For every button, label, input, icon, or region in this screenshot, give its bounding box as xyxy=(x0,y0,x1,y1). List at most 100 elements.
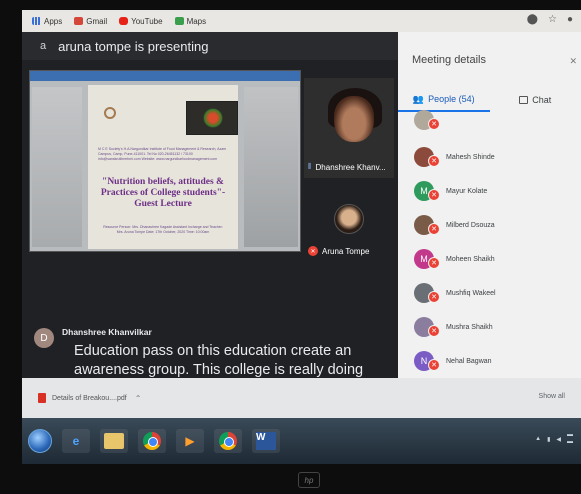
caption-avatar: D xyxy=(34,328,54,348)
start-button[interactable] xyxy=(28,429,52,453)
mic-off-icon: ✕ xyxy=(428,189,440,201)
bookmark-label: Maps xyxy=(186,16,207,26)
tray-arrow-icon[interactable]: ▲ xyxy=(535,436,541,442)
panel-tabs: 👥 People (54) Chat xyxy=(398,88,581,112)
bookmark-youtube[interactable]: YouTube xyxy=(119,16,163,26)
slide-institute-text: M C E Society's H.A.Nargundkar Institute… xyxy=(98,147,227,161)
bookmark-apps[interactable]: Apps xyxy=(32,17,62,26)
tab-chat-label: Chat xyxy=(532,95,552,105)
speaking-icon: ⦀ xyxy=(308,162,312,171)
participant-name: Mayur Kolate xyxy=(446,187,488,195)
list-item[interactable]: ✕ Mahesh Shinde xyxy=(398,140,581,174)
word-icon: W xyxy=(256,432,276,450)
meet-main-area: a aruna tompe is presenting M C E Societ… xyxy=(22,32,398,378)
file-explorer-button[interactable] xyxy=(100,429,128,453)
extension-icon[interactable]: ⬤ xyxy=(527,14,538,25)
caption-text: Education pass on this education create … xyxy=(74,343,364,378)
volume-icon[interactable]: ◀ xyxy=(556,436,561,443)
slide-footer: Resource Person: Mrs. Dhanashree Kagade … xyxy=(103,225,223,234)
show-all-link[interactable]: Show all xyxy=(539,393,565,400)
presenting-bar: a aruna tompe is presenting xyxy=(22,32,398,60)
mic-off-icon: ✕ xyxy=(428,325,440,337)
download-file-name[interactable]: Details of Breakou....pdf xyxy=(52,395,127,402)
presenting-text: aruna tompe is presenting xyxy=(58,38,209,54)
list-item[interactable]: ✕ Milberd Dsouza xyxy=(398,208,581,242)
star-icon[interactable]: ☆ xyxy=(548,14,557,25)
mic-off-icon: ✕ xyxy=(428,155,440,167)
chat-icon xyxy=(519,96,529,104)
pdf-icon xyxy=(38,393,46,403)
avatar xyxy=(334,204,364,234)
live-caption: D Dhanshree Khanvilkar Education pass on… xyxy=(34,327,394,380)
close-icon[interactable]: ✕ xyxy=(569,56,577,67)
video-face xyxy=(334,96,374,142)
participant-tile-dhanshree[interactable]: ⦀ Dhanshree Khanv... xyxy=(304,78,394,178)
slide-page: M C E Society's H.A.Nargundkar Institute… xyxy=(88,85,238,249)
list-item[interactable]: N ✕ Nehal Bagwan xyxy=(398,344,581,378)
tile-name: Dhanshree Khanv... xyxy=(315,162,386,172)
slide-thumbnail-pane xyxy=(32,87,82,247)
list-item[interactable]: ✕ Mushfiq Wakeel xyxy=(398,276,581,310)
tile-name-label: ✕ Aruna Tompe xyxy=(308,246,369,256)
participant-name: Nehal Bagwan xyxy=(446,357,492,365)
tile-name: Aruna Tompe xyxy=(322,246,370,256)
participant-name: Moheen Shaikh xyxy=(446,255,495,263)
word-button[interactable]: W xyxy=(252,429,280,453)
mic-off-icon: ✕ xyxy=(428,223,440,235)
participant-name: Milberd Dsouza xyxy=(446,221,495,229)
list-item[interactable]: ✕ Mushra Shaikh xyxy=(398,310,581,344)
mic-off-icon: ✕ xyxy=(428,118,440,130)
maps-icon xyxy=(174,17,184,25)
meeting-details-panel: Meeting details ✕ 👥 People (54) Chat ✕ ✕… xyxy=(398,32,581,378)
youtube-icon xyxy=(119,17,129,25)
screen: Apps Gmail YouTube Maps ⬤ ☆ ● a aruna to… xyxy=(22,10,581,464)
bookmark-label: Gmail xyxy=(86,16,108,26)
presentation-slide: M C E Society's H.A.Nargundkar Institute… xyxy=(29,70,301,252)
caption-speaker-name: Dhanshree Khanvilkar xyxy=(62,327,152,337)
clock[interactable]: ▬ ▬ xyxy=(567,432,573,446)
mic-off-icon: ✕ xyxy=(428,359,440,371)
bookmarks-bar: Apps Gmail YouTube Maps ⬤ ☆ ● xyxy=(22,10,581,32)
participant-name: Mushra Shaikh xyxy=(446,323,493,331)
browser-toolbar-icons: ⬤ ☆ ● xyxy=(527,14,573,25)
gmail-icon xyxy=(74,17,84,25)
participant-tile-aruna[interactable]: ✕ Aruna Tompe xyxy=(304,182,394,262)
bookmark-maps[interactable]: Maps xyxy=(174,16,207,26)
chevron-up-icon[interactable]: ⌃ xyxy=(135,394,142,403)
slide-side-pane xyxy=(244,87,298,247)
tile-name-label: ⦀ Dhanshree Khanv... xyxy=(308,162,386,172)
slide-title: "Nutrition beliefs, attitudes & Practice… xyxy=(100,177,226,209)
panel-title: Meeting details xyxy=(412,54,486,66)
internet-explorer-icon[interactable]: e xyxy=(62,429,90,453)
mic-off-icon: ✕ xyxy=(308,246,318,256)
chrome-icon xyxy=(143,432,161,450)
people-list: ✕ ✕ Mahesh Shinde M ✕ Mayur Kolate ✕ Mil… xyxy=(398,110,581,378)
downloads-bar: Details of Breakou....pdf ⌃ Show all xyxy=(22,378,581,418)
slide-food-image xyxy=(186,101,238,135)
monitor: Apps Gmail YouTube Maps ⬤ ☆ ● a aruna to… xyxy=(0,0,581,494)
tab-people[interactable]: 👥 People (54) xyxy=(398,88,490,112)
network-icon[interactable]: ▮ xyxy=(547,436,550,443)
participant-name: Mushfiq Wakeel xyxy=(446,289,496,297)
institute-logo-icon xyxy=(104,107,116,119)
list-item[interactable]: ✕ xyxy=(398,110,581,140)
mic-off-icon: ✕ xyxy=(428,257,440,269)
slide-toolbar xyxy=(30,71,300,81)
folder-icon xyxy=(104,433,124,449)
tab-chat[interactable]: Chat xyxy=(490,88,581,112)
bookmark-label: YouTube xyxy=(131,16,163,26)
taskbar: e ▶ W ▲ ▮ ◀ ▬ ▬ xyxy=(22,418,581,464)
participant-name: Mahesh Shinde xyxy=(446,153,495,161)
tab-people-label: People (54) xyxy=(428,94,475,104)
list-item[interactable]: M ✕ Mayur Kolate xyxy=(398,174,581,208)
list-item[interactable]: M ✕ Moheen Shaikh xyxy=(398,242,581,276)
bookmark-label: Apps xyxy=(44,16,63,26)
people-icon: 👥 xyxy=(412,93,425,104)
bookmark-gmail[interactable]: Gmail xyxy=(74,17,107,26)
media-player-icon[interactable]: ▶ xyxy=(176,429,204,453)
chrome-button-2[interactable] xyxy=(214,429,242,453)
chrome-button[interactable] xyxy=(138,429,166,453)
mic-off-icon: ✕ xyxy=(428,291,440,303)
profile-icon[interactable]: ● xyxy=(567,14,573,25)
chrome-icon xyxy=(219,432,237,450)
